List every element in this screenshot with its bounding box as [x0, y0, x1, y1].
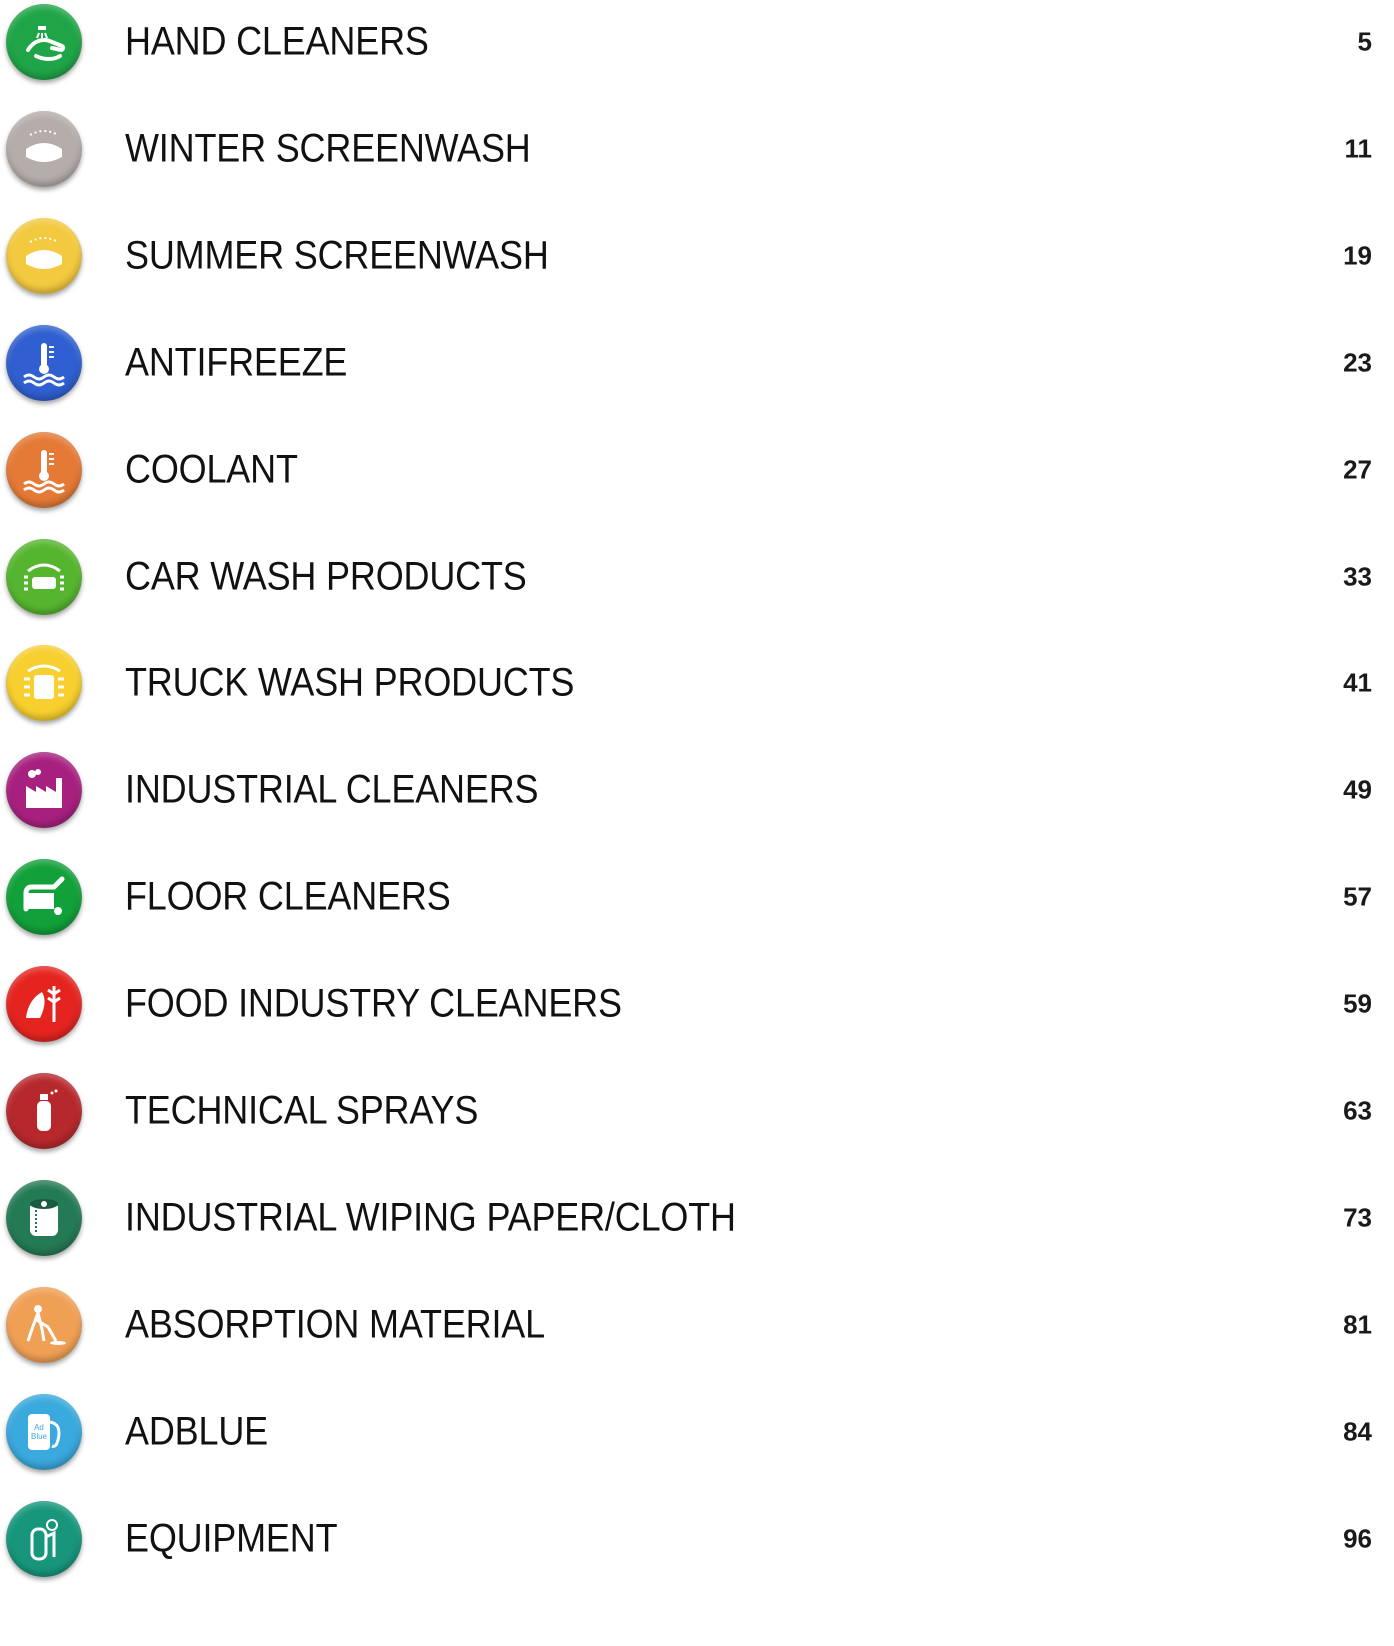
toc-entry-title: ABSORPTION MATERIAL — [125, 1302, 545, 1347]
toc-entry-title: ANTIFREEZE — [125, 340, 348, 385]
hand-wash-icon — [6, 4, 82, 80]
toc-entry[interactable]: WINTER SCREENWASH 11 — [0, 104, 1394, 194]
toc-entry[interactable]: TRUCK WASH PRODUCTS 41 — [0, 638, 1394, 728]
toc-entry[interactable]: Ad Blue ADBLUE 84 — [0, 1387, 1394, 1477]
toc-entry-page-number: 57 — [1343, 881, 1372, 912]
toc-entry-page-number: 49 — [1343, 774, 1372, 805]
spray-can-icon — [6, 1073, 82, 1149]
toc-entry-title: TECHNICAL SPRAYS — [125, 1088, 479, 1133]
toc-entry[interactable]: HAND CLEANERS 5 — [0, 0, 1394, 87]
toc-entry[interactable]: ABSORPTION MATERIAL 81 — [0, 1280, 1394, 1370]
floor-scrubber-icon — [6, 859, 82, 936]
toc-entry-page-number: 63 — [1343, 1095, 1372, 1126]
toc-entry-title: FLOOR CLEANERS — [125, 874, 451, 919]
toc-entry-title: INDUSTRIAL CLEANERS — [125, 767, 539, 812]
toc-entry[interactable]: COOLANT 27 — [0, 425, 1394, 515]
toc-entry-title: EQUIPMENT — [125, 1516, 338, 1561]
toc-entry[interactable]: FLOOR CLEANERS 57 — [0, 852, 1394, 942]
table-of-contents: HAND CLEANERS 5 WINTER SCREENWASH 11 SUMMER … — [0, 0, 1394, 1646]
toc-entry-title: COOLANT — [125, 447, 298, 492]
toc-entry-page-number: 96 — [1343, 1523, 1372, 1554]
toc-entry-page-number: 11 — [1344, 133, 1373, 164]
person-absorbent-icon — [6, 1286, 82, 1363]
toc-entry[interactable]: ANTIFREEZE 23 — [0, 318, 1394, 408]
windscreen-icon — [6, 110, 82, 187]
toc-entry-title: CAR WASH PRODUCTS — [125, 554, 527, 598]
toc-entry-title: WINTER SCREENWASH — [125, 126, 531, 171]
toc-entry-page-number: 5 — [1357, 26, 1372, 57]
toc-entry-title: ADBLUE — [125, 1409, 268, 1454]
toc-entry[interactable]: INDUSTRIAL WIPING PAPER/CLOTH 73 — [0, 1173, 1394, 1263]
ham-wheat-icon — [6, 966, 82, 1043]
toc-entry-page-number: 84 — [1343, 1416, 1372, 1447]
adblue-pump-icon: Ad Blue — [6, 1393, 82, 1470]
toc-entry-page-number: 59 — [1343, 988, 1372, 1019]
toc-entry[interactable]: TECHNICAL SPRAYS 63 — [0, 1066, 1394, 1156]
toc-entry[interactable]: CAR WASH PRODUCTS 33 — [0, 532, 1394, 622]
toc-entry-title: INDUSTRIAL WIPING PAPER/CLOTH — [125, 1195, 736, 1240]
toc-entry-title: FOOD INDUSTRY CLEANERS — [125, 981, 622, 1026]
paper-roll-icon — [6, 1179, 82, 1256]
toc-entry-page-number: 19 — [1343, 240, 1372, 271]
toc-entry-title: HAND CLEANERS — [125, 19, 429, 64]
car-wash-icon — [6, 538, 82, 615]
sprayer-icon — [6, 1500, 82, 1577]
factory-icon — [6, 752, 82, 829]
toc-entry[interactable]: EQUIPMENT 96 — [0, 1494, 1394, 1584]
toc-entry-title: SUMMER SCREENWASH — [125, 233, 549, 278]
toc-entry-page-number: 81 — [1343, 1309, 1372, 1340]
toc-entry[interactable]: FOOD INDUSTRY CLEANERS 59 — [0, 959, 1394, 1049]
toc-entry-page-number: 41 — [1343, 667, 1372, 698]
toc-entry-title: TRUCK WASH PRODUCTS — [125, 660, 575, 705]
thermometer-water-icon — [6, 431, 82, 508]
thermometer-water-icon — [6, 324, 82, 401]
toc-entry-page-number: 23 — [1343, 347, 1372, 378]
truck-wash-icon — [6, 645, 82, 722]
svg-text:Blue: Blue — [31, 1432, 48, 1441]
toc-entry[interactable]: SUMMER SCREENWASH 19 — [0, 211, 1394, 301]
toc-entry-page-number: 33 — [1343, 561, 1372, 591]
svg-text:Ad: Ad — [34, 1423, 44, 1432]
windscreen-icon — [6, 217, 82, 294]
toc-entry[interactable]: INDUSTRIAL CLEANERS 49 — [0, 745, 1394, 835]
toc-entry-page-number: 27 — [1343, 454, 1372, 485]
toc-entry-page-number: 73 — [1343, 1202, 1372, 1233]
